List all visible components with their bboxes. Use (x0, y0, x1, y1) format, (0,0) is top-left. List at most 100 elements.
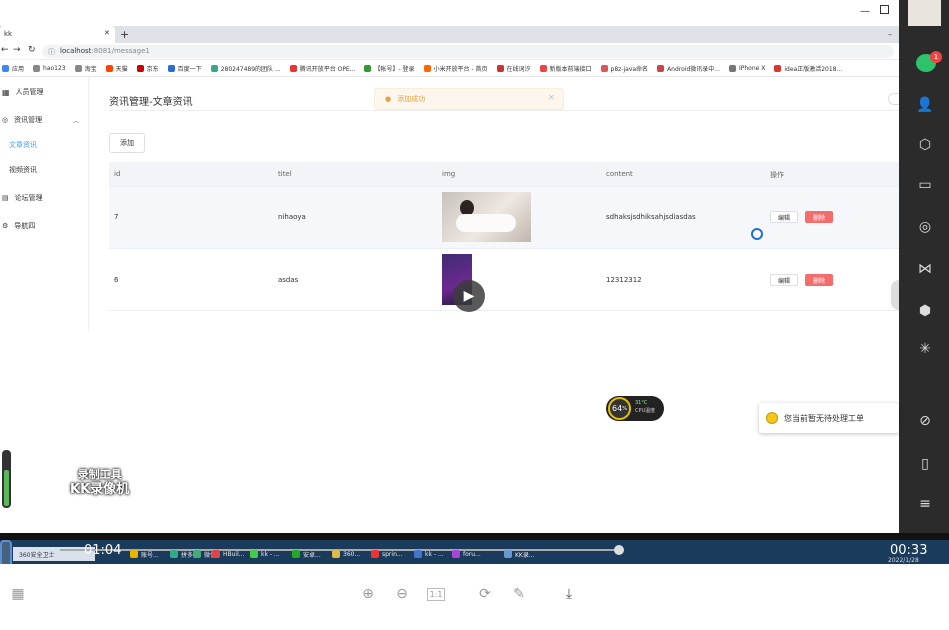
app-icon (414, 550, 422, 558)
rotate-icon[interactable]: ⟳ (476, 585, 494, 603)
bookmark-item[interactable]: 【帐号】- 登录 (364, 64, 415, 73)
bookmark-item[interactable]: 京东 (136, 64, 159, 73)
bookmark-label: 淘宝 (84, 65, 97, 73)
bookmark-item[interactable]: 新版本前端接口 (539, 64, 592, 73)
link-icon[interactable]: ⊘ (916, 412, 934, 430)
new-tab-button[interactable]: + (120, 28, 129, 41)
side-tab[interactable] (891, 280, 899, 310)
bookmark-item[interactable]: 应用 (2, 64, 24, 73)
taskbar-label: foru... (463, 550, 481, 558)
taskbar-item[interactable]: 安卓... (292, 548, 321, 560)
bookmark-item[interactable]: hao123 (33, 64, 66, 72)
taskbar-item[interactable]: sprin... (371, 548, 403, 560)
taskbar-item[interactable]: 360... (332, 548, 360, 560)
play-button[interactable]: ▶ (453, 280, 485, 312)
avatar[interactable] (908, 0, 941, 26)
tab-minimize-icon[interactable]: – (888, 30, 892, 39)
bookmark-item[interactable]: 百度一下 (167, 64, 202, 73)
taskbar-item[interactable]: 账号... (130, 548, 159, 560)
contacts-icon[interactable]: 👤 (916, 96, 934, 114)
grid-view-icon[interactable]: ▦ (9, 585, 27, 603)
column-header-img: img (442, 170, 456, 178)
bookmark-item[interactable]: 小米开放平台 - 首页 (423, 64, 488, 73)
close-icon[interactable]: ✕ (548, 93, 555, 102)
taskbar-label: KK录... (515, 551, 535, 559)
reload-icon[interactable]: ↻ (28, 45, 36, 55)
document-icon: ▤ (2, 194, 9, 202)
delete-button[interactable]: 删除 (805, 274, 833, 286)
actual-size-icon[interactable]: 1:1 (427, 588, 445, 601)
taskbar-item[interactable]: KK录... (504, 548, 535, 560)
column-header-content: content (606, 170, 633, 178)
viewer-toolbar (0, 564, 949, 630)
taskbar-label: kk - ... (261, 550, 280, 558)
cell-title: asdas (278, 276, 299, 284)
forward-icon[interactable]: → (13, 45, 21, 55)
folder-icon[interactable]: ▭ (916, 176, 934, 194)
sidebar-item-people[interactable]: ▦ 人员管理 (0, 82, 88, 102)
edit-button[interactable]: 编辑 (770, 274, 798, 286)
add-button[interactable]: 添加 (109, 133, 145, 153)
work-order-notice[interactable]: 您当前暂无待处理工单 (759, 403, 899, 433)
url-input[interactable]: ⓘ localhost:8081/message1 (42, 45, 894, 58)
bookmark-label: 在线词汐 (506, 65, 531, 73)
bookmark-label: 京东 (146, 65, 159, 73)
bookmark-icon (539, 64, 547, 72)
back-icon[interactable]: ← (1, 45, 9, 55)
taskbar-item[interactable]: kk - ... (250, 548, 280, 560)
hexagon-icon[interactable]: ⬢ (916, 302, 934, 320)
delete-button[interactable]: 删除 (805, 211, 833, 223)
browser-tab[interactable]: kk ✕ (0, 26, 115, 43)
star-icon[interactable]: ✳ (916, 340, 934, 358)
cell-id: 7 (114, 213, 119, 221)
butterfly-icon[interactable]: ⋈ (916, 260, 934, 278)
app-icon (250, 550, 258, 558)
bookmark-icon (2, 64, 9, 72)
bookmark-label: idea正版激活2018... (784, 65, 843, 73)
cube-icon[interactable]: ⬡ (916, 136, 934, 154)
bookmark-item[interactable]: p8z-java命名 (600, 64, 648, 73)
bookmark-item[interactable]: idea正版激活2018... (774, 64, 842, 73)
seek-track-bg (0, 533, 949, 540)
bookmark-icon (496, 64, 504, 72)
success-toast: ● 添加成功 (374, 88, 564, 110)
grid-icon: ▦ (2, 87, 10, 97)
bookmark-item[interactable]: Android微讯录中... (657, 64, 720, 73)
taskbar-date: 2022/1/28 (888, 557, 919, 564)
bookmark-icon (600, 64, 608, 72)
bookmark-item[interactable]: IPhone X (728, 64, 765, 72)
bookmark-item[interactable]: 腾讯开放平台 OPE... (289, 64, 355, 73)
sidebar-item-article-news[interactable]: 文章资讯 (0, 135, 88, 155)
article-image (442, 192, 531, 242)
zoom-in-icon[interactable]: ⊕ (359, 585, 377, 603)
warning-icon: ● (385, 95, 392, 103)
taskbar-item[interactable]: HBuil... (212, 548, 245, 560)
sidebar-item-nav4[interactable]: ⚙ 导航四 (0, 216, 88, 236)
taskbar-item[interactable]: kk - ... (414, 548, 444, 560)
maximize-button[interactable] (880, 5, 889, 14)
bookmark-item[interactable]: 天猫 (105, 64, 128, 73)
play-icon: ▶ (463, 288, 475, 304)
phone-icon[interactable]: ▯ (916, 455, 934, 473)
zoom-out-icon[interactable]: ⊖ (393, 585, 411, 603)
bookmark-item[interactable]: 280247489的团队 ... (210, 64, 281, 73)
menu-icon[interactable]: ≡ (916, 495, 934, 513)
app-icon (332, 550, 340, 558)
tab-close-icon[interactable]: ✕ (104, 29, 110, 37)
bookmark-item[interactable]: 在线词汐 (496, 64, 531, 73)
aperture-icon[interactable]: ◎ (916, 218, 934, 236)
taskbar-label: 360... (343, 550, 361, 558)
download-icon[interactable]: ⤓ (560, 585, 578, 603)
bookmark-icon (728, 64, 736, 72)
sidebar-item-news[interactable]: ◎ 资讯管理 ︿ (0, 110, 88, 130)
sidebar-item-video-news[interactable]: 视频资讯 (0, 160, 88, 180)
bookmark-item[interactable]: 淘宝 (74, 64, 97, 73)
bookmark-icon (210, 64, 218, 72)
sidebar-item-forum[interactable]: ▤ 论坛管理 (0, 188, 88, 208)
app-icon (193, 550, 201, 558)
minimize-button[interactable]: — (860, 6, 870, 17)
taskbar-item[interactable]: foru... (452, 548, 481, 560)
seek-handle[interactable] (614, 545, 624, 555)
edit-button[interactable]: 编辑 (770, 211, 798, 223)
edit-icon[interactable]: ✎ (510, 585, 528, 603)
